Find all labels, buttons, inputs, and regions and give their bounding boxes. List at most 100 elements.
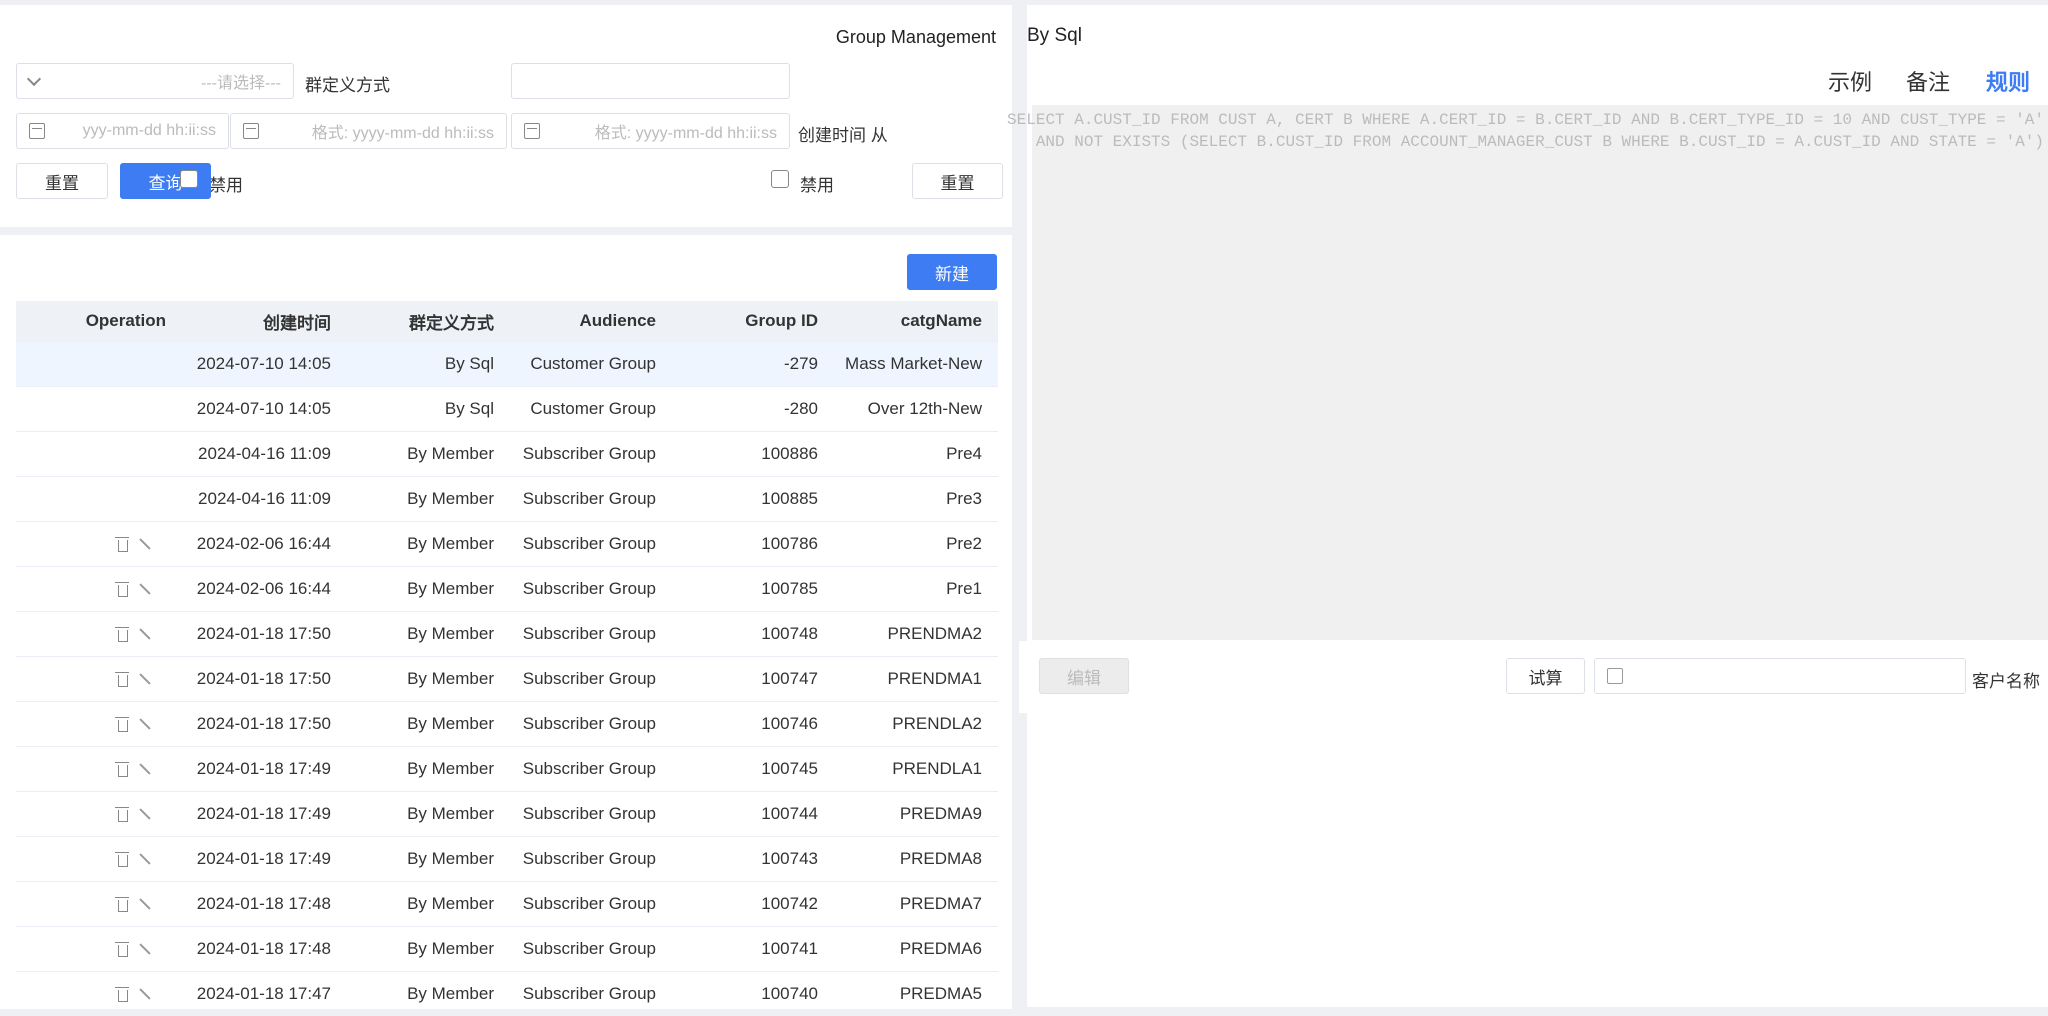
cell-created-time: 2024-01-18 17:49: [196, 804, 331, 823]
cell-define: By Member: [407, 489, 494, 508]
cell-group-id: -279: [783, 354, 818, 373]
table-row[interactable]: PREDMA6 100741 Subscriber Group By Member 20…: [16, 927, 998, 972]
col-group-id[interactable]: Group ID: [745, 301, 818, 341]
cell-group-id: 100744: [761, 804, 818, 823]
pencil-icon[interactable]: [139, 943, 151, 955]
calendar-icon: [243, 123, 259, 139]
disable-checkbox-right[interactable]: [771, 170, 789, 188]
table-header: catgName Group ID Audience 群定义方式 创建时间 Op…: [16, 301, 998, 342]
edit-icon[interactable]: [1607, 668, 1623, 684]
cell-catgname: PREDMA9: [899, 804, 982, 823]
cell-group-id: 100885: [761, 489, 818, 508]
delete-icon[interactable]: [115, 761, 129, 777]
cell-created-time: 2024-02-06 16:44: [196, 579, 331, 598]
cell-define: By Member: [407, 759, 494, 778]
delete-icon[interactable]: [115, 581, 129, 597]
tab-rule[interactable]: 规则: [1985, 65, 2030, 108]
delete-icon[interactable]: [115, 806, 129, 822]
table-row[interactable]: Pre2 100786 Subscriber Group By Member 2024-…: [16, 522, 998, 567]
reset-button-left[interactable]: 重置: [16, 163, 108, 199]
table-row[interactable]: PRENDLA2 100746 Subscriber Group By Member 2…: [16, 702, 998, 747]
table-row[interactable]: PREDMA7 100742 Subscriber Group By Member 20…: [16, 882, 998, 927]
row-actions: [115, 702, 151, 746]
cell-catgname: Pre4: [946, 444, 982, 463]
table-row[interactable]: Pre1 100785 Subscriber Group By Member 2024-…: [16, 567, 998, 612]
table-row[interactable]: PREDMA9 100744 Subscriber Group By Member 20…: [16, 792, 998, 837]
cell-audience: Customer Group: [530, 354, 656, 373]
cell-catgname: PREDMA5: [899, 984, 982, 1003]
delete-icon[interactable]: [115, 536, 129, 552]
pencil-icon[interactable]: [139, 853, 151, 865]
cell-audience: Subscriber Group: [522, 489, 656, 508]
row-actions: [115, 522, 151, 566]
group-name-input[interactable]: [511, 63, 790, 99]
table-row[interactable]: Over 12th-New -280 Customer Group By Sql 202…: [16, 387, 998, 432]
cell-created-time: 2024-02-06 16:44: [196, 534, 331, 553]
delete-icon[interactable]: [115, 896, 129, 912]
delete-icon[interactable]: [115, 716, 129, 732]
disable-checkbox-left[interactable]: [180, 170, 198, 188]
table-row[interactable]: PRENDMA1 100747 Subscriber Group By Member 2…: [16, 657, 998, 702]
cell-catgname: PREDMA7: [899, 894, 982, 913]
cell-audience: Subscriber Group: [522, 534, 656, 553]
row-actions: [115, 792, 151, 836]
delete-icon[interactable]: [115, 671, 129, 687]
cell-group-id: 100740: [761, 984, 818, 1003]
cell-created-time: 2024-01-18 17:50: [196, 669, 331, 688]
delete-icon[interactable]: [115, 986, 129, 1002]
page-title: Group Management: [835, 27, 996, 47]
pencil-icon[interactable]: [139, 583, 151, 595]
pencil-icon[interactable]: [139, 628, 151, 640]
date-extra-input[interactable]: yyy-mm-dd hh:ii:ss: [16, 113, 229, 149]
delete-icon[interactable]: [115, 941, 129, 957]
cell-define: By Member: [407, 534, 494, 553]
cell-audience: Subscriber Group: [522, 579, 656, 598]
delete-icon[interactable]: [115, 851, 129, 867]
select-placeholder: ---请选择---: [201, 75, 281, 92]
table-row[interactable]: PRENDMA2 100748 Subscriber Group By Member 2…: [16, 612, 998, 657]
define-select[interactable]: ---请选择---: [16, 63, 294, 99]
tab-example[interactable]: 示例: [1828, 65, 1872, 105]
cell-group-id: 100785: [761, 579, 818, 598]
pencil-icon[interactable]: [139, 718, 151, 730]
col-created-time[interactable]: 创建时间: [263, 301, 331, 341]
col-operation: Operation: [85, 311, 166, 330]
cell-catgname: Mass Market-New: [845, 354, 982, 373]
table-row[interactable]: Pre3 100885 Subscriber Group By Member 2024-…: [16, 477, 998, 522]
sql-editor[interactable]: SELECT A.CUST_ID FROM CUST A, CERT B WHE…: [1007, 105, 2048, 640]
date-from-input[interactable]: 格式: yyyy-mm-dd hh:ii:ss: [511, 113, 790, 149]
col-define[interactable]: 群定义方式: [409, 301, 494, 341]
pencil-icon[interactable]: [139, 898, 151, 910]
table-row[interactable]: PREDMA5 100740 Subscriber Group By Member 20…: [16, 972, 998, 1009]
date-to-input[interactable]: 格式: yyyy-mm-dd hh:ii:ss: [230, 113, 507, 149]
cell-group-id: 100786: [761, 534, 818, 553]
new-button[interactable]: 新建: [907, 254, 997, 290]
table-row[interactable]: PREDMA8 100743 Subscriber Group By Member 20…: [16, 837, 998, 882]
calc-bar: 客户名称 试算 编辑: [1019, 641, 2048, 713]
table-row[interactable]: Mass Market-New -279 Customer Group By Sql 2…: [16, 342, 998, 387]
tab-remark[interactable]: 备注: [1906, 65, 1950, 105]
col-catgname[interactable]: catgName: [901, 301, 982, 341]
cell-created-time: 2024-01-18 17:50: [196, 714, 331, 733]
cell-audience: Subscriber Group: [522, 939, 656, 958]
cell-audience: Subscriber Group: [522, 624, 656, 643]
cell-define: By Member: [407, 669, 494, 688]
cell-created-time: 2024-07-10 14:05: [196, 399, 331, 418]
col-audience[interactable]: Audience: [579, 301, 656, 341]
pencil-icon[interactable]: [139, 763, 151, 775]
table-row[interactable]: Pre4 100886 Subscriber Group By Member 2024-…: [16, 432, 998, 477]
row-actions: [115, 972, 151, 1009]
row-actions: [115, 612, 151, 656]
pencil-icon[interactable]: [139, 673, 151, 685]
table-row[interactable]: PRENDLA1 100745 Subscriber Group By Member 2…: [16, 747, 998, 792]
cell-group-id: 100747: [761, 669, 818, 688]
delete-icon[interactable]: [115, 626, 129, 642]
row-actions: [115, 927, 151, 971]
pencil-icon[interactable]: [139, 988, 151, 1000]
pencil-icon[interactable]: [139, 808, 151, 820]
pencil-icon[interactable]: [139, 538, 151, 550]
cell-audience: Subscriber Group: [522, 894, 656, 913]
calc-button[interactable]: 试算: [1506, 658, 1585, 694]
customer-name-input[interactable]: [1594, 658, 1966, 694]
reset-button-right[interactable]: 重置: [912, 163, 1003, 199]
